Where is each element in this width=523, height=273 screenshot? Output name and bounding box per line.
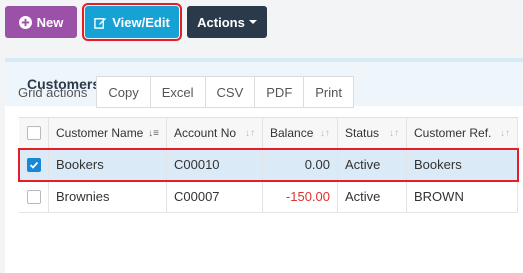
toolbar: New View/Edit Actions: [5, 3, 267, 41]
sort-icon: ↓↑: [245, 127, 255, 139]
sort-asc-icon: ↓≡: [148, 127, 159, 139]
sort-icon: ↓↑: [320, 127, 330, 139]
column-header-account-no[interactable]: Account No ↓↑: [167, 118, 263, 148]
column-header-label: Status: [345, 126, 380, 140]
row-checkbox[interactable]: [26, 189, 41, 204]
csv-button[interactable]: CSV: [204, 76, 256, 108]
print-button[interactable]: Print: [303, 76, 354, 108]
edit-icon: [94, 16, 107, 29]
actions-dropdown-button[interactable]: Actions: [187, 6, 267, 38]
checkmark-icon: [29, 161, 38, 169]
cell-status[interactable]: Active: [338, 181, 407, 212]
new-button[interactable]: New: [5, 6, 77, 38]
table-row[interactable]: Brownies C00007 -150.00 Active BROWN: [19, 181, 518, 213]
cell-customer-name[interactable]: Brownies: [49, 181, 167, 212]
new-button-label: New: [36, 14, 64, 30]
plus-circle-icon: [18, 15, 32, 29]
row-select-cell[interactable]: [19, 149, 49, 180]
column-header-label: Customer Name: [56, 126, 144, 140]
cell-status[interactable]: Active: [338, 149, 407, 180]
cell-customer-name[interactable]: Bookers: [49, 149, 167, 180]
view-edit-button[interactable]: View/Edit: [82, 3, 182, 41]
copy-button[interactable]: Copy: [96, 76, 151, 108]
column-header-label: Account No: [174, 126, 237, 140]
sort-icon: ↓↑: [389, 127, 399, 139]
view-edit-button-label: View/Edit: [112, 14, 170, 30]
column-header-label: Balance: [270, 126, 314, 140]
select-all-cell[interactable]: [19, 118, 49, 148]
table-header-row: Customer Name ↓≡ Account No ↓↑ Balance ↓…: [19, 117, 518, 149]
pdf-button[interactable]: PDF: [254, 76, 305, 108]
grid-actions-label: Grid actions: [18, 84, 88, 100]
caret-down-icon: [248, 20, 257, 24]
cell-account-no[interactable]: C00010: [167, 149, 263, 180]
cell-balance[interactable]: -150.00: [263, 181, 338, 212]
cell-account-no[interactable]: C00007: [167, 181, 263, 212]
column-header-customer-ref[interactable]: Customer Ref. ↓↑: [407, 118, 518, 148]
table-row[interactable]: Bookers C00010 0.00 Active Bookers: [18, 148, 519, 182]
column-header-label: Customer Ref.: [414, 126, 492, 140]
column-header-customer-name[interactable]: Customer Name ↓≡: [49, 118, 167, 148]
row-checkbox-checked[interactable]: [26, 157, 41, 172]
actions-button-label: Actions: [197, 14, 245, 30]
cell-customer-ref[interactable]: Bookers: [407, 149, 518, 180]
cell-customer-ref[interactable]: BROWN: [407, 181, 518, 212]
column-header-status[interactable]: Status ↓↑: [338, 118, 407, 148]
row-select-cell[interactable]: [19, 181, 49, 212]
cell-balance[interactable]: 0.00: [263, 149, 338, 180]
customers-table: Customer Name ↓≡ Account No ↓↑ Balance ↓…: [18, 117, 519, 213]
sort-icon: ↓↑: [500, 127, 510, 139]
grid-actions-bar: Grid actions Copy Excel CSV PDF Print: [18, 76, 354, 108]
excel-button[interactable]: Excel: [149, 76, 206, 108]
column-header-balance[interactable]: Balance ↓↑: [263, 118, 338, 148]
select-all-checkbox[interactable]: [26, 126, 41, 140]
